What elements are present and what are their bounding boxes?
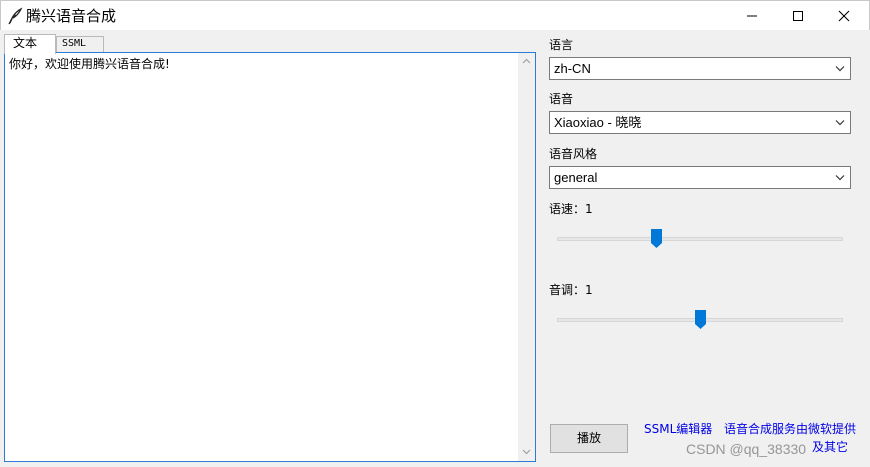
maximize-icon [793, 11, 803, 21]
rate-slider[interactable] [557, 229, 843, 249]
play-button[interactable]: 播放 [550, 424, 628, 453]
powered-by-sub-link[interactable]: 及其它 [812, 440, 848, 454]
text-editor[interactable]: 你好，欢迎使用腾兴语音合成! [4, 52, 536, 462]
voice-value: Xiaoxiao - 晓晓 [554, 115, 642, 130]
minimize-button[interactable] [729, 1, 775, 31]
minimize-icon [747, 15, 757, 17]
chevron-down-icon [835, 175, 845, 181]
voice-style-label: 语音风格 [549, 147, 598, 161]
pitch-slider[interactable] [557, 310, 843, 330]
slider-thumb[interactable] [695, 310, 706, 329]
editor-text[interactable]: 你好，欢迎使用腾兴语音合成! [9, 57, 170, 71]
voice-style-select[interactable]: general [549, 166, 851, 189]
vertical-scrollbar[interactable] [518, 53, 535, 461]
rate-label: 语速：1 [549, 202, 593, 216]
ssml-editor-link[interactable]: SSML编辑器 [644, 422, 712, 436]
close-button[interactable] [821, 1, 867, 31]
watermark: CSDN @qq_38330 [686, 441, 807, 457]
powered-by-link[interactable]: 语音合成服务由微软提供 [724, 422, 856, 436]
chevron-down-icon [522, 449, 531, 455]
scroll-up-button[interactable] [518, 53, 535, 70]
chevron-down-icon [835, 120, 845, 126]
window-title: 腾兴语音合成 [26, 7, 117, 25]
close-icon [838, 10, 850, 22]
title-bar: 腾兴语音合成 [0, 0, 870, 30]
slider-track [557, 237, 843, 241]
scroll-down-button[interactable] [518, 444, 535, 461]
pitch-label: 音调：1 [549, 283, 593, 297]
voice-select[interactable]: Xiaoxiao - 晓晓 [549, 111, 851, 134]
chevron-down-icon [835, 66, 845, 72]
feather-icon [7, 7, 23, 25]
chevron-up-icon [522, 58, 531, 64]
language-label: 语言 [549, 38, 574, 52]
language-value: zh-CN [554, 61, 591, 76]
tab-ssml[interactable]: SSML [56, 36, 104, 53]
maximize-button[interactable] [775, 1, 821, 31]
tab-text[interactable]: 文本 [4, 34, 56, 54]
voice-label: 语音 [549, 92, 574, 106]
language-select[interactable]: zh-CN [549, 57, 851, 80]
voice-style-value: general [554, 170, 598, 185]
slider-thumb[interactable] [651, 229, 662, 248]
